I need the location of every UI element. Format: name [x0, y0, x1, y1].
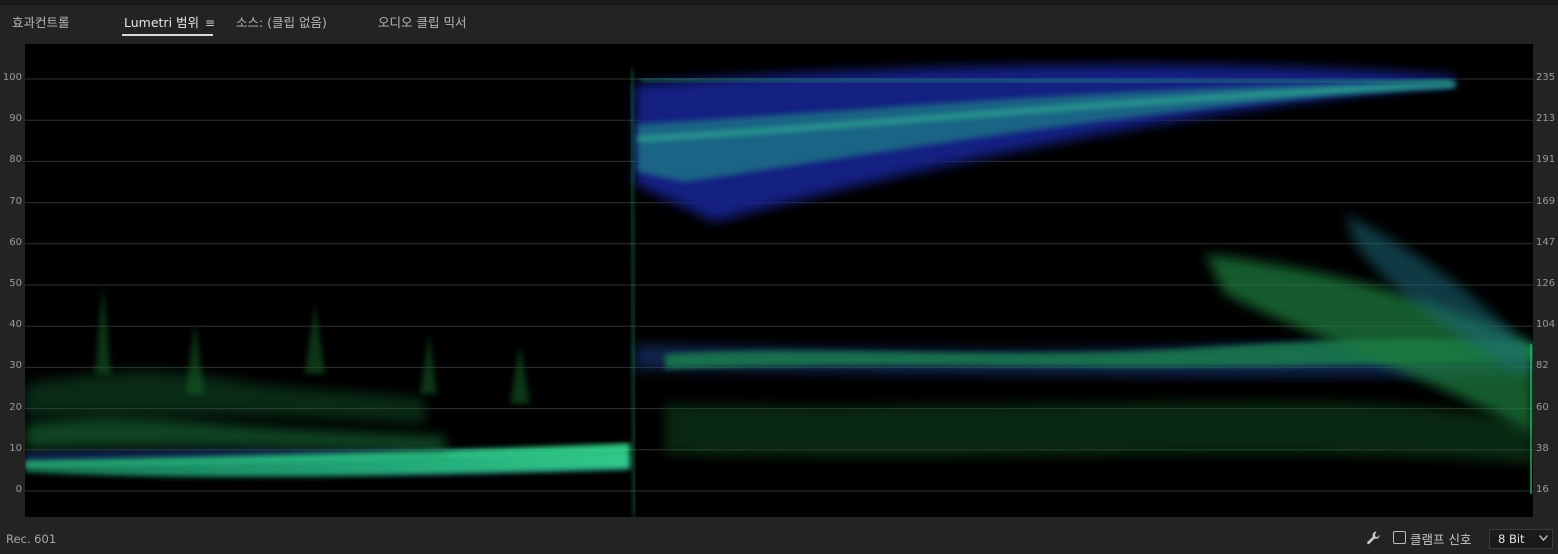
- left-scale-tick: 20: [9, 401, 22, 413]
- chevron-down-icon: [1539, 535, 1548, 541]
- left-scale-tick: 100: [2, 72, 22, 83]
- left-scale-tick: 70: [9, 195, 22, 207]
- tab-effect-controls[interactable]: 효과컨트롤: [12, 12, 70, 31]
- scope-footer: Rec. 601 클램프 신호 8 Bit: [0, 524, 1558, 554]
- right-scale-tick: 191: [1536, 154, 1556, 166]
- right-scale-tick: 104: [1536, 319, 1556, 331]
- right-scale-axis: 235 213 191 169 147 126 104 82 60 38 16: [1533, 44, 1558, 517]
- tab-audio-clip-mixer[interactable]: 오디오 클립 믹서: [378, 12, 466, 31]
- clamp-signal-checkbox[interactable]: [1393, 531, 1406, 544]
- tab-lumetri-scopes-label: Lumetri 범위: [124, 15, 200, 30]
- right-scale-tick: 169: [1536, 195, 1556, 207]
- waveform-trace-highband: [635, 64, 1456, 222]
- left-scale-tick: 90: [9, 113, 22, 125]
- left-scale-tick: 60: [9, 236, 22, 248]
- waveform-trace-midband: [635, 214, 1533, 464]
- left-scale-tick: 10: [9, 442, 22, 454]
- color-standard-label[interactable]: Rec. 601: [6, 532, 56, 546]
- right-scale-tick: 126: [1536, 278, 1556, 289]
- left-scale-tick: 40: [9, 319, 22, 331]
- left-scale-tick: 0: [15, 484, 22, 495]
- left-scale-axis: 100 90 80 70 60 50 40 30 20 10 0: [0, 44, 25, 517]
- right-scale-tick: 16: [1536, 484, 1549, 495]
- tab-source[interactable]: 소스: (클립 없음): [236, 12, 327, 31]
- waveform-scope: [25, 44, 1533, 517]
- right-scale-tick: 147: [1536, 236, 1556, 248]
- active-tab-underline: [122, 34, 213, 36]
- right-scale-tick: 235: [1536, 72, 1556, 83]
- panel-tab-bar: 효과컨트롤 Lumetri 범위 ≡ 소스: (클립 없음) 오디오 클립 믹서: [0, 5, 1558, 38]
- bit-depth-value: 8 Bit: [1498, 532, 1525, 546]
- right-scale-tick: 213: [1536, 113, 1556, 125]
- hamburger-icon[interactable]: ≡: [205, 16, 215, 30]
- bit-depth-select[interactable]: 8 Bit: [1489, 529, 1553, 549]
- left-scale-tick: 30: [9, 360, 22, 372]
- wrench-icon[interactable]: [1366, 530, 1382, 546]
- left-scale-tick: 50: [9, 278, 22, 289]
- waveform-trace-lowband: [25, 371, 631, 477]
- tab-lumetri-scopes[interactable]: Lumetri 범위 ≡: [124, 12, 215, 31]
- left-scale-tick: 80: [9, 154, 22, 166]
- right-scale-tick: 82: [1536, 360, 1549, 372]
- right-scale-tick: 60: [1536, 401, 1549, 413]
- clamp-signal-label: 클램프 신호: [1410, 532, 1472, 547]
- right-scale-tick: 38: [1536, 442, 1549, 454]
